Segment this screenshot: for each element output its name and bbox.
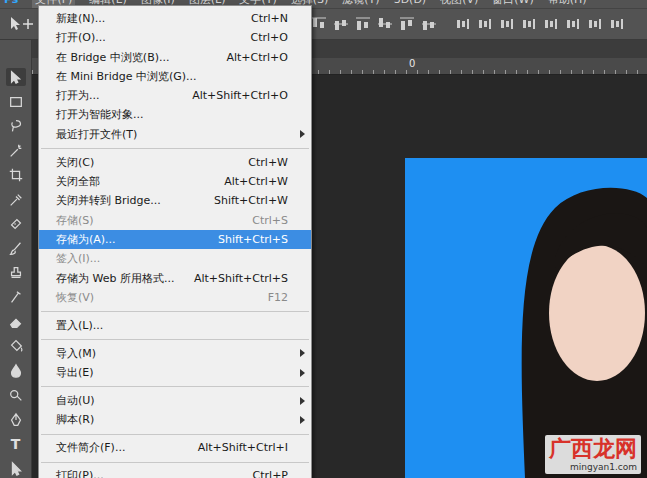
submenu-arrow-icon [300,130,305,138]
menu-item[interactable]: 存储为 Web 所用格式... Alt+Shift+Ctrl+S [39,269,311,288]
menu-bar-item[interactable]: 帮助(H) [548,0,587,8]
menu-item[interactable]: 关闭(C) Ctrl+W [39,153,311,172]
align-icon[interactable] [355,16,371,32]
history-tool-icon [8,289,24,305]
menu-separator [41,462,309,463]
tool-button[interactable] [6,411,26,429]
watermark: 广西龙网 mingyan1.com [545,435,641,474]
crop-tool-icon [8,167,24,183]
menu-separator [41,148,309,149]
align-icon[interactable] [521,16,537,32]
align-icon[interactable] [333,16,349,32]
tool-button[interactable] [6,68,26,86]
menu-separator [41,386,309,387]
menu-item[interactable]: 置入(L)... [39,316,311,335]
menu-item[interactable]: 脚本(R) [39,410,311,429]
align-icon[interactable] [477,16,493,32]
menu-item[interactable]: 打开(O)... Ctrl+O [39,28,311,47]
menu-bar-item[interactable]: 滤镜(T) [342,0,379,8]
menu-item[interactable]: 文件简介(F)... Alt+Shift+Ctrl+I [39,438,311,457]
menu-item[interactable]: 导入(M) [39,344,311,363]
tool-button[interactable] [6,239,26,257]
tool-button[interactable] [6,288,26,306]
align-icon[interactable] [499,16,515,32]
path-tool-icon [8,461,24,477]
menu-item[interactable]: 打开为智能对象... [39,105,311,124]
submenu-arrow-icon [300,416,305,424]
marquee-tool-icon [8,94,24,110]
pen-tool-icon [8,412,24,428]
menu-item[interactable]: 新建(N)... Ctrl+N [39,9,311,28]
menu-item[interactable]: 打印(P)... Ctrl+P [39,466,311,478]
menu-item[interactable]: 签入(I)... [39,249,311,268]
submenu-arrow-icon [300,369,305,377]
toolbox: T [0,40,32,478]
lasso-tool-icon [8,118,24,134]
tool-button[interactable]: T [6,435,26,453]
submenu-arrow-icon [300,397,305,405]
document-photo: 广西龙网 mingyan1.com [405,158,647,478]
menu-item[interactable]: 打开为... Alt+Shift+Ctrl+O [39,86,311,105]
move-tool-icon [8,69,24,85]
brush-tool-icon [8,241,24,257]
type-tool-label: T [11,435,21,453]
align-buttons [311,16,639,32]
portrait-figure [405,158,647,478]
tool-button[interactable] [6,92,26,110]
app-logo: Ps [4,0,18,8]
tool-button[interactable] [6,337,26,355]
menu-item[interactable]: 在 Mini Bridge 中浏览(G)... [39,67,311,86]
tool-button[interactable] [6,460,26,478]
wand-tool-icon [8,143,24,159]
tool-button[interactable] [6,386,26,404]
submenu-arrow-icon [300,349,305,357]
menu-separator [41,311,309,312]
menu-item[interactable]: 存储(S) Ctrl+S [39,211,311,230]
align-icon[interactable] [587,16,603,32]
tool-button[interactable] [6,215,26,233]
align-icon[interactable] [311,16,327,32]
align-icon[interactable] [421,16,437,32]
stamp-tool-icon [8,265,24,281]
heal-tool-icon [8,216,24,232]
menu-bar-item[interactable]: 窗口(W) [492,0,533,8]
dodge-tool-icon [8,387,24,403]
file-menu: 新建(N)... Ctrl+N 打开(O)... Ctrl+O 在 Bridge… [38,5,312,478]
align-icon[interactable] [455,16,471,32]
tool-button[interactable] [6,362,26,380]
menu-separator [41,339,309,340]
menu-item[interactable]: 在 Bridge 中浏览(B)... Alt+Ctrl+O [39,48,311,67]
align-icon[interactable] [543,16,559,32]
menu-item[interactable]: 关闭全部 Alt+Ctrl+W [39,172,311,191]
blur-tool-icon [8,363,24,379]
eyedropper-tool-icon [8,192,24,208]
menu-item[interactable]: 导出(E) [39,363,311,382]
tool-button[interactable] [6,166,26,184]
menu-item[interactable]: 关闭并转到 Bridge... Shift+Ctrl+W [39,191,311,210]
photoshop-window: Ps 文件(F)编辑(E)图像(I)图层(L)文字(Y)选择(S)滤镜(T)3D… [0,0,647,478]
bucket-tool-icon [8,338,24,354]
tool-button[interactable] [6,141,26,159]
menu-item[interactable]: 恢复(V) F12 [39,288,311,307]
menu-separator [41,434,309,435]
ruler-label: 0 [407,58,417,74]
align-icon[interactable] [609,16,625,32]
align-icon[interactable] [377,16,393,32]
eraser-tool-icon [8,314,24,330]
menu-bar-item[interactable]: 3D(D) [394,0,427,8]
tool-button[interactable] [6,313,26,331]
menu-bar-item[interactable]: 视图(V) [440,0,478,8]
align-icon[interactable] [565,16,581,32]
menu-item[interactable]: 存储为(A)... Shift+Ctrl+S [39,230,311,249]
tool-button[interactable] [6,190,26,208]
tool-button[interactable] [6,117,26,135]
tool-button[interactable] [6,264,26,282]
move-tool-icon[interactable] [8,15,36,33]
menu-item[interactable]: 最近打开文件(T) [39,125,311,144]
menu-item[interactable]: 自动(U) [39,391,311,410]
align-icon[interactable] [399,16,415,32]
